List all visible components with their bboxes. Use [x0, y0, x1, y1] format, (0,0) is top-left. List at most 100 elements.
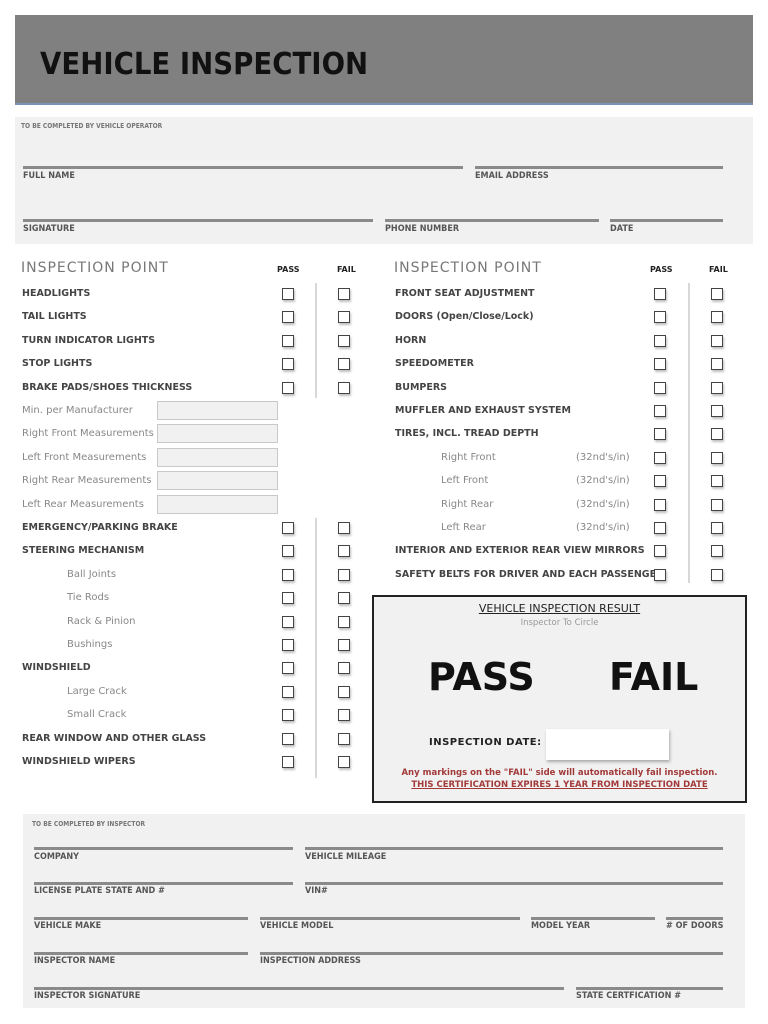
date-field[interactable]: [610, 219, 723, 222]
vin-field[interactable]: [305, 882, 723, 885]
fail-checkbox[interactable]: [338, 732, 350, 745]
signature-field[interactable]: [23, 219, 373, 222]
fail-checkbox[interactable]: [338, 685, 350, 698]
pass-checkbox[interactable]: [282, 381, 294, 394]
pass-checkbox[interactable]: [654, 428, 666, 441]
fail-checkbox[interactable]: [711, 475, 723, 488]
fail-checkbox[interactable]: [338, 639, 350, 651]
pass-checkbox[interactable]: [282, 639, 294, 651]
fail-checkbox[interactable]: [338, 756, 350, 768]
measurement-input[interactable]: [157, 494, 278, 514]
fail-checkbox[interactable]: [338, 522, 350, 534]
measurement-input[interactable]: [157, 471, 278, 491]
pass-checkbox[interactable]: [282, 709, 294, 722]
inspector-name-field[interactable]: [34, 952, 248, 955]
pass-checkbox[interactable]: [654, 311, 666, 324]
fail-checkbox[interactable]: [711, 568, 723, 581]
pass-checkbox[interactable]: [654, 545, 666, 558]
pass-checkbox[interactable]: [282, 568, 294, 581]
measurement-input[interactable]: [157, 401, 278, 420]
measurement-input[interactable]: [157, 447, 278, 467]
doors-field[interactable]: [666, 917, 723, 920]
inspector-name-label: INSPECTOR NAME: [34, 956, 116, 966]
vehicle-make-field[interactable]: [34, 917, 248, 920]
pass-checkbox[interactable]: [654, 568, 666, 581]
measurement-input[interactable]: [157, 424, 278, 444]
fail-checkbox[interactable]: [338, 709, 350, 722]
email-field[interactable]: [475, 166, 723, 169]
pass-checkbox[interactable]: [654, 451, 666, 464]
fail-checkbox[interactable]: [711, 311, 723, 324]
model-year-field[interactable]: [531, 917, 655, 920]
pass-checkbox[interactable]: [282, 756, 294, 768]
mileage-label: VEHICLE MILEAGE: [305, 852, 387, 862]
phone-field[interactable]: [385, 219, 599, 222]
fail-checkbox[interactable]: [711, 498, 723, 511]
page-title: VEHICLE INSPECTION: [40, 47, 369, 82]
pass-checkbox[interactable]: [654, 288, 666, 300]
fail-checkbox[interactable]: [711, 381, 723, 394]
pass-checkbox[interactable]: [282, 334, 294, 347]
pass-checkbox[interactable]: [654, 405, 666, 417]
pass-checkbox[interactable]: [282, 545, 294, 558]
fail-checkbox[interactable]: [711, 428, 723, 441]
fail-checkbox[interactable]: [711, 405, 723, 417]
pass-checkbox[interactable]: [282, 615, 294, 628]
tread-depth-unit: (32nd's/in): [576, 522, 630, 533]
fail-checkbox[interactable]: [711, 451, 723, 464]
inspection-item-label: BRAKE PADS/SHOES THICKNESS: [22, 381, 193, 393]
result-fail-option[interactable]: FAIL: [609, 655, 698, 699]
fail-checkbox[interactable]: [711, 334, 723, 347]
phone-label: PHONE NUMBER: [385, 224, 460, 234]
inspection-item-label: INTERIOR AND EXTERIOR REAR VIEW MIRRORS: [395, 545, 645, 557]
mileage-field[interactable]: [305, 847, 723, 850]
fail-checkbox[interactable]: [338, 545, 350, 558]
pass-checkbox[interactable]: [282, 662, 294, 675]
pass-checkbox[interactable]: [654, 498, 666, 511]
state-cert-field[interactable]: [576, 987, 723, 990]
fail-checkbox[interactable]: [711, 522, 723, 534]
pass-checkbox[interactable]: [654, 475, 666, 488]
fail-checkbox[interactable]: [338, 568, 350, 581]
pass-checkbox[interactable]: [282, 358, 294, 371]
fail-checkbox[interactable]: [711, 288, 723, 300]
result-pass-option[interactable]: PASS: [428, 655, 535, 699]
fail-checkbox[interactable]: [338, 381, 350, 394]
pass-checkbox[interactable]: [282, 288, 294, 300]
fail-checkbox[interactable]: [338, 358, 350, 371]
fail-checkbox[interactable]: [711, 545, 723, 558]
inspection-item-label: STOP LIGHTS: [22, 358, 93, 370]
fail-checkbox[interactable]: [338, 288, 350, 300]
inspection-item-label: Bushings: [67, 639, 113, 650]
full-name-field[interactable]: [23, 166, 463, 169]
inspection-item-label: EMERGENCY/PARKING BRAKE: [22, 522, 178, 533]
pass-checkbox[interactable]: [282, 685, 294, 698]
company-field[interactable]: [34, 847, 293, 850]
inspector-signature-field[interactable]: [34, 987, 564, 990]
pass-checkbox[interactable]: [654, 381, 666, 394]
fail-checkbox[interactable]: [338, 592, 350, 605]
pass-checkbox[interactable]: [654, 334, 666, 347]
fail-checkbox[interactable]: [338, 311, 350, 324]
pass-checkbox[interactable]: [282, 732, 294, 745]
inspection-item-label: WINDSHIELD WIPERS: [22, 756, 136, 767]
inspection-date-input[interactable]: [546, 729, 669, 760]
measurement-label: Right Front Measurements: [22, 428, 154, 440]
license-plate-label: LICENSE PLATE STATE AND #: [34, 886, 165, 896]
fail-warning-text: Any markings on the "FAIL" side will aut…: [401, 768, 718, 778]
inspection-item-label: TURN INDICATOR LIGHTS: [22, 334, 156, 346]
fail-checkbox[interactable]: [711, 358, 723, 371]
pass-checkbox[interactable]: [654, 358, 666, 371]
fail-checkbox[interactable]: [338, 334, 350, 347]
inspection-address-field[interactable]: [260, 952, 723, 955]
pass-checkbox[interactable]: [282, 592, 294, 605]
pass-checkbox[interactable]: [282, 311, 294, 324]
inspection-item-label: Right Front: [441, 451, 496, 463]
pass-checkbox[interactable]: [654, 522, 666, 534]
date-label: DATE: [610, 224, 634, 234]
fail-checkbox[interactable]: [338, 662, 350, 675]
license-plate-field[interactable]: [34, 882, 293, 885]
pass-checkbox[interactable]: [282, 522, 294, 534]
fail-checkbox[interactable]: [338, 615, 350, 628]
vehicle-model-field[interactable]: [260, 917, 520, 920]
